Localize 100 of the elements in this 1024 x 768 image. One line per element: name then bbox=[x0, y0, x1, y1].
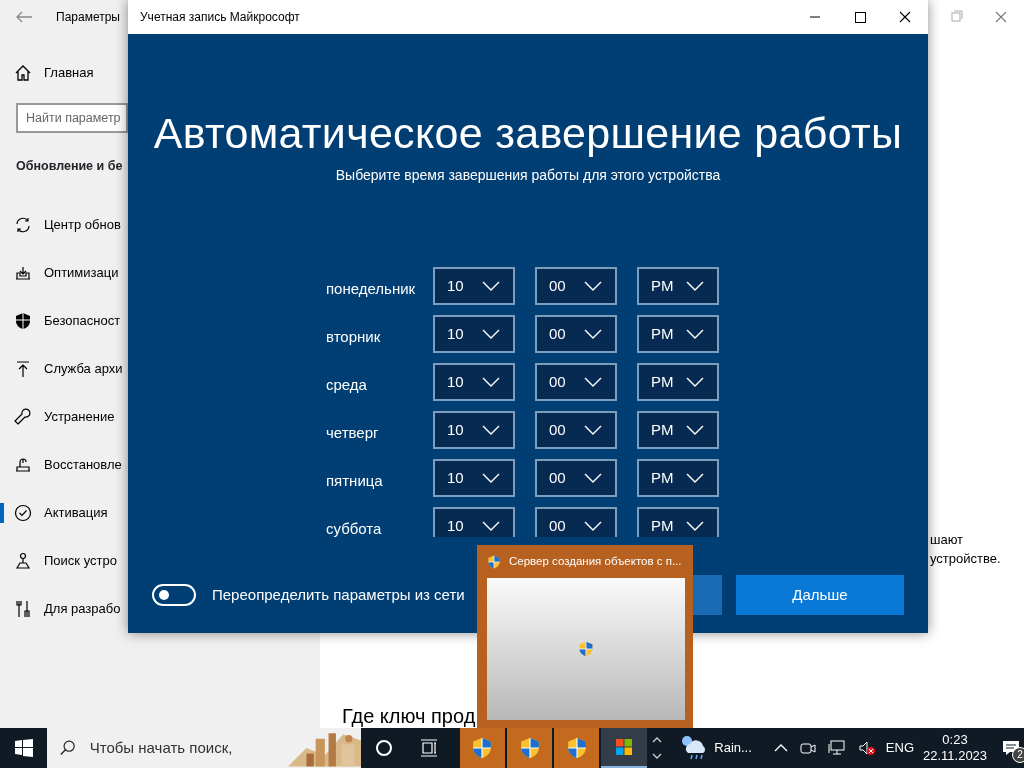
day-label: понедельник bbox=[326, 279, 417, 300]
time-dropdown[interactable]: 00 bbox=[535, 315, 617, 354]
time-dropdown[interactable]: PM bbox=[637, 459, 719, 498]
popup-title: Сервер создания объектов с п... bbox=[509, 553, 682, 569]
sidebar-item[interactable]: Служба архи bbox=[0, 345, 126, 393]
time-dropdown[interactable]: 00 bbox=[535, 363, 617, 402]
shield-icon bbox=[565, 737, 588, 759]
dialog-subtitle: Выберите время завершения работы для этого устройства bbox=[334, 166, 722, 186]
scroll-up-icon[interactable] bbox=[652, 736, 663, 744]
search-box[interactable]: Чтобы начать поиск, bbox=[47, 728, 362, 768]
dialog-heading: Автоматическое завершение работы bbox=[152, 110, 904, 158]
chevron-down-icon bbox=[583, 280, 603, 293]
day-label: вторник bbox=[326, 327, 382, 348]
time-dropdown[interactable]: PM bbox=[637, 363, 719, 402]
restore-icon bbox=[14, 456, 32, 474]
time-dropdown[interactable]: 10 bbox=[433, 411, 515, 450]
back-icon[interactable] bbox=[14, 10, 34, 24]
time-dropdown[interactable]: PM bbox=[637, 315, 719, 354]
sync-icon bbox=[14, 216, 32, 234]
taskbar-app-button[interactable] bbox=[554, 728, 600, 768]
day-label: четверг bbox=[326, 423, 380, 444]
person-icon bbox=[14, 552, 32, 570]
chevron-down-icon bbox=[685, 280, 705, 293]
time-dropdown[interactable]: PM bbox=[637, 411, 719, 450]
tools-icon bbox=[14, 600, 32, 618]
shield-icon bbox=[487, 554, 501, 569]
body-text: шают bbox=[930, 531, 965, 549]
clock-time[interactable]: 0:23 bbox=[942, 732, 968, 748]
search-icon bbox=[59, 739, 76, 757]
time-dropdown[interactable]: 10 bbox=[433, 315, 515, 354]
wrench-icon bbox=[14, 408, 32, 426]
chevron-down-icon bbox=[481, 520, 501, 533]
taskbar-app-button[interactable] bbox=[601, 728, 647, 768]
shield-icon bbox=[578, 641, 594, 657]
chevron-down-icon bbox=[685, 472, 705, 485]
upload-icon bbox=[14, 360, 32, 378]
sidebar-item[interactable]: Восстановле bbox=[0, 441, 126, 489]
shield-icon bbox=[471, 737, 494, 759]
windows-logo-icon bbox=[14, 739, 33, 757]
home-link[interactable]: Главная bbox=[0, 49, 126, 97]
time-dropdown[interactable]: 10 bbox=[433, 507, 515, 538]
time-dropdown[interactable]: PM bbox=[637, 507, 719, 538]
circle-icon bbox=[375, 739, 394, 757]
clock-date[interactable]: 22.11.2023 bbox=[922, 748, 988, 764]
camera-icon[interactable] bbox=[799, 740, 816, 756]
network-icon[interactable] bbox=[827, 740, 846, 756]
chevron-down-icon bbox=[685, 424, 705, 437]
toggle-label: Переопределить параметры из сети bbox=[212, 585, 466, 606]
toggle-switch[interactable] bbox=[152, 584, 196, 607]
taskbar-app-button[interactable] bbox=[459, 728, 505, 768]
window-title: Учетная запись Майкрософт bbox=[140, 9, 301, 26]
colored-squares-icon bbox=[614, 737, 634, 757]
time-dropdown[interactable]: 10 bbox=[433, 459, 515, 498]
scroll-down-icon[interactable] bbox=[652, 752, 663, 760]
sidebar-item[interactable]: Безопасност bbox=[0, 297, 126, 345]
chevron-down-icon bbox=[583, 424, 603, 437]
search-field[interactable]: Найти параметр bbox=[16, 103, 128, 133]
time-dropdown[interactable]: 00 bbox=[535, 267, 617, 306]
chevron-down-icon bbox=[685, 376, 705, 389]
chevron-up-icon[interactable] bbox=[773, 743, 788, 753]
language-indicator[interactable]: ENG bbox=[885, 738, 914, 758]
taskbar-app-button[interactable] bbox=[507, 728, 553, 768]
chevron-down-icon bbox=[481, 280, 501, 293]
section-heading: Где ключ прод bbox=[342, 704, 477, 728]
chevron-down-icon bbox=[583, 520, 603, 533]
notification-count: 2 bbox=[1012, 747, 1024, 763]
day-label: пятница bbox=[326, 471, 384, 492]
day-label: суббота bbox=[326, 519, 383, 538]
chevron-down-icon bbox=[685, 328, 705, 341]
volume-muted-icon[interactable] bbox=[857, 740, 876, 756]
chevron-down-icon bbox=[583, 328, 603, 341]
sidebar-item[interactable]: Поиск устро bbox=[0, 537, 126, 585]
checkmark-icon bbox=[14, 504, 32, 522]
section-title: Обновление и бе bbox=[16, 158, 124, 175]
time-dropdown[interactable]: 10 bbox=[433, 267, 515, 306]
chevron-down-icon bbox=[583, 376, 603, 389]
body-text: устройстве. bbox=[930, 550, 1002, 568]
sidebar-item[interactable]: Центр обнов bbox=[0, 201, 126, 249]
sidebar-item[interactable]: Оптимизаци bbox=[0, 249, 126, 297]
tray-icon bbox=[14, 264, 32, 282]
sidebar-item[interactable]: Устранение bbox=[0, 393, 126, 441]
time-dropdown[interactable]: 10 bbox=[433, 363, 515, 402]
search-field[interactable]: Чтобы начать поиск, bbox=[87, 735, 288, 761]
time-dropdown[interactable]: 00 bbox=[535, 507, 617, 538]
next-button[interactable]: Дальше bbox=[736, 575, 904, 616]
time-dropdown[interactable]: PM bbox=[637, 267, 719, 306]
sidebar-item[interactable]: Активация bbox=[0, 489, 126, 537]
day-label: среда bbox=[326, 375, 368, 396]
shield-icon bbox=[14, 312, 32, 330]
weather-widget[interactable]: Rain... bbox=[680, 735, 752, 761]
chevron-down-icon bbox=[583, 472, 603, 485]
task-view-icon bbox=[420, 739, 439, 757]
time-dropdown[interactable]: 00 bbox=[535, 411, 617, 450]
sidebar-item[interactable]: Для разрабо bbox=[0, 585, 126, 633]
home-icon bbox=[14, 64, 32, 82]
shield-icon bbox=[518, 737, 541, 759]
chevron-down-icon bbox=[685, 520, 705, 533]
chevron-down-icon bbox=[481, 424, 501, 437]
chevron-down-icon bbox=[481, 472, 501, 485]
time-dropdown[interactable]: 00 bbox=[535, 459, 617, 498]
